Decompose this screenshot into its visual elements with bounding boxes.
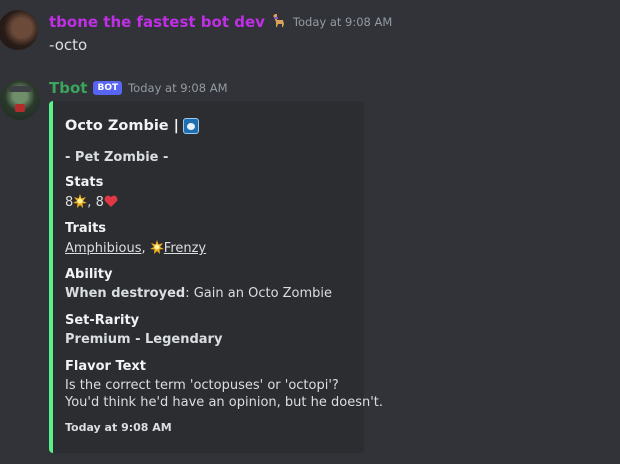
timestamp: Today at 9:08 AM <box>128 81 228 95</box>
field-name-traits: Traits <box>65 221 107 236</box>
ability-text: : Gain an Octo Zombie <box>185 286 333 301</box>
field-name-ability: Ability <box>65 267 113 282</box>
field-value-set-rarity: Premium - Legendary <box>65 332 223 347</box>
trait-amphibious-link[interactable]: Amphibious <box>65 241 142 256</box>
username[interactable]: Tbot <box>49 79 87 97</box>
embed-footer-timestamp: Today at 9:08 AM <box>65 421 172 434</box>
ability-trigger: When destroyed <box>65 286 186 301</box>
timestamp: Today at 9:08 AM <box>292 15 393 29</box>
llama-icon <box>271 12 287 32</box>
frenzy-icon <box>149 240 164 254</box>
trait-frenzy-link[interactable]: Frenzy <box>164 241 206 256</box>
flavor-line-2: You'd think he'd have an opinion, but he… <box>65 395 384 410</box>
message-header: Tbot BOT Today at 9:08 AM <box>49 79 228 97</box>
stats-separator: , <box>87 195 92 210</box>
field-value-stats: 8, 8 <box>65 194 118 210</box>
strength-value: 8 <box>65 195 74 210</box>
field-name-stats: Stats <box>65 175 104 190</box>
embed-title-text: Octo Zombie | <box>65 118 179 134</box>
avatar[interactable] <box>0 10 38 50</box>
embed-subtitle: - Pet Zombie - <box>65 150 169 165</box>
username[interactable]: tbone the fastest bot dev <box>49 13 265 31</box>
avatar[interactable] <box>0 80 40 120</box>
field-value-ability: When destroyed: Gain an Octo Zombie <box>65 286 332 301</box>
field-value-traits: Amphibious, Frenzy <box>65 240 206 256</box>
field-name-set-rarity: Set-Rarity <box>65 313 140 328</box>
message-header: tbone the fastest bot dev Today at 9:08 … <box>49 12 392 32</box>
paw-icon <box>182 118 199 134</box>
heart-icon <box>104 195 118 207</box>
embed-title: Octo Zombie | <box>65 118 199 134</box>
message-content: -octo <box>49 36 88 54</box>
field-name-flavor: Flavor Text <box>65 359 147 374</box>
health-value: 8 <box>95 195 104 210</box>
field-value-flavor: Is the correct term 'octopuses' or 'octo… <box>65 377 383 411</box>
flavor-line-1: Is the correct term 'octopuses' or 'octo… <box>65 378 339 393</box>
traits-separator: , <box>141 241 146 256</box>
bot-badge: BOT <box>93 81 123 95</box>
strength-icon <box>73 194 88 208</box>
embed: Octo Zombie | - Pet Zombie - Stats 8, 8 … <box>49 101 383 453</box>
